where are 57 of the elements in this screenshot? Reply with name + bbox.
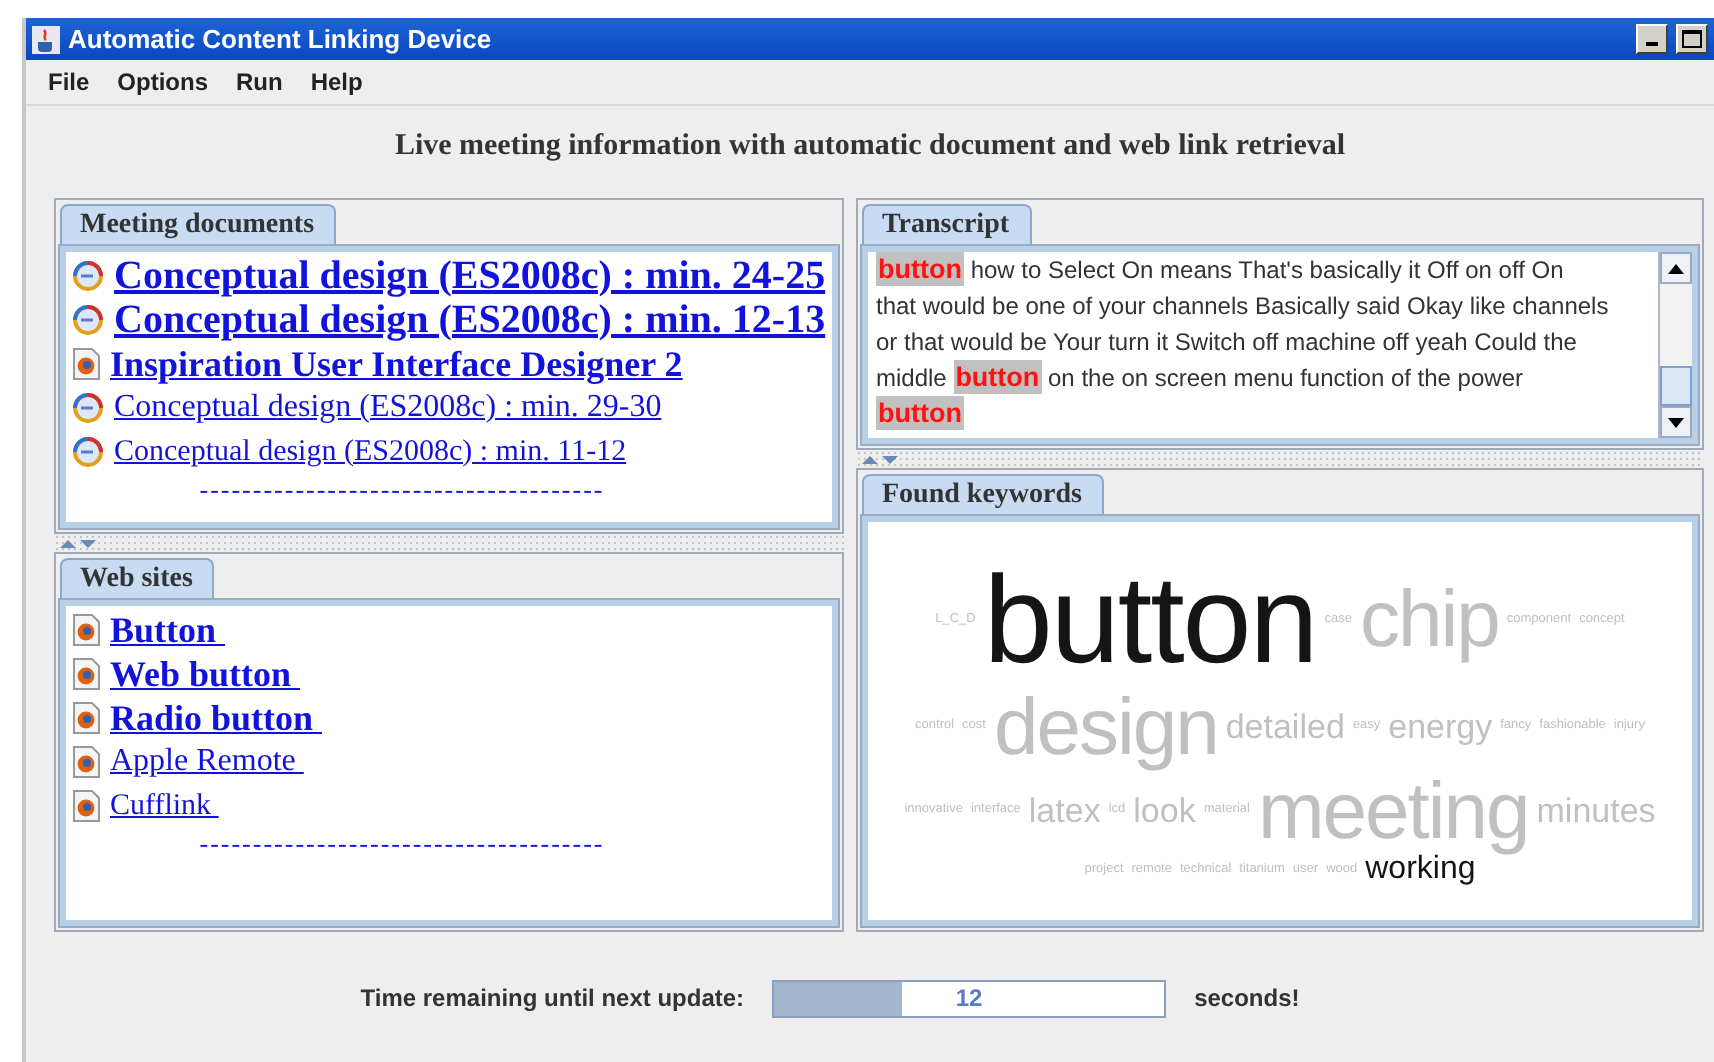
- minimize-icon: [1646, 42, 1658, 46]
- web-page-icon: [72, 702, 100, 734]
- meeting-icon: [72, 260, 104, 292]
- coffee-cup-icon: [32, 25, 60, 53]
- keyword[interactable]: meeting: [1257, 769, 1529, 854]
- web-page-icon: [72, 746, 100, 778]
- panel-tab[interactable]: Meeting documents: [60, 204, 337, 246]
- web-page-icon: [72, 348, 100, 380]
- maximize-icon: [1682, 30, 1702, 48]
- result-link[interactable]: Radio button: [110, 697, 323, 739]
- menu-item[interactable]: Help: [296, 68, 377, 96]
- result-link[interactable]: Apple Remote: [110, 744, 304, 780]
- scroll-up-icon[interactable]: [1668, 263, 1684, 273]
- timer-label: Time remaining until next update:: [360, 984, 745, 1012]
- transcript-text: button how to Select On means That's basically it Off on off On that would be one of your channels Basically said Okay like channels or that would be Your turn it Switch off machine off yeah Could the middle button on the on screen menu function of the power button: [874, 252, 1611, 434]
- minimize-button[interactable]: [1636, 24, 1668, 54]
- panel-tab[interactable]: Transcript: [862, 204, 1032, 246]
- separator-line: --------------------------------------: [197, 828, 607, 860]
- result-link[interactable]: Conceptual design (ES2008c) : min. 29-30: [114, 390, 662, 426]
- menu-item[interactable]: File: [34, 68, 104, 96]
- maximize-button[interactable]: [1676, 24, 1708, 54]
- keyword[interactable]: working: [1365, 853, 1476, 887]
- keyword[interactable]: look: [1133, 793, 1196, 830]
- headline: Live meeting information with automatic document and web link retrieval: [392, 128, 1348, 166]
- web-page-icon: [72, 790, 100, 822]
- panel-tab[interactable]: Found keywords: [862, 474, 1104, 516]
- panel-tab[interactable]: Web sites: [60, 558, 215, 600]
- result-link[interactable]: Inspiration User Interface Designer 2: [110, 343, 683, 385]
- keyword[interactable]: design: [993, 685, 1218, 770]
- keyword[interactable]: latex: [1028, 793, 1101, 830]
- result-link[interactable]: Button: [110, 609, 226, 651]
- keyword[interactable]: detailed: [1225, 709, 1345, 746]
- collapse-arrows-icon[interactable]: [58, 537, 98, 549]
- meeting-icon: [72, 436, 104, 468]
- result-link[interactable]: Conceptual design (ES2008c) : min. 24-25: [114, 253, 826, 299]
- keyword[interactable]: minutes: [1536, 793, 1656, 830]
- menu-item[interactable]: Options: [103, 68, 222, 96]
- separator-line: --------------------------------------: [197, 474, 607, 506]
- web-page-icon: [72, 658, 100, 690]
- progress-value: 12: [953, 983, 985, 1011]
- unit-label: seconds!: [1194, 984, 1300, 1012]
- keyword[interactable]: button: [983, 555, 1317, 686]
- web-page-icon: [72, 614, 100, 646]
- window-title: Automatic Content Linking Device: [68, 24, 494, 54]
- meeting-icon: [72, 304, 104, 336]
- keyword[interactable]: chip: [1360, 578, 1499, 663]
- result-link[interactable]: Cufflink: [110, 789, 219, 823]
- scrollbar[interactable]: [1658, 252, 1692, 438]
- collapse-arrows-icon[interactable]: [860, 453, 900, 465]
- scroll-down-icon[interactable]: [1668, 417, 1684, 427]
- scroll-thumb[interactable]: [1660, 366, 1692, 406]
- result-link[interactable]: Conceptual design (ES2008c) : min. 12-13: [114, 297, 826, 343]
- keyword[interactable]: energy: [1388, 709, 1493, 746]
- result-link[interactable]: Conceptual design (ES2008c) : min. 11-12: [114, 435, 627, 469]
- result-link[interactable]: Web button: [110, 653, 301, 695]
- meeting-icon: [72, 392, 104, 424]
- menu-item[interactable]: Run: [222, 68, 297, 96]
